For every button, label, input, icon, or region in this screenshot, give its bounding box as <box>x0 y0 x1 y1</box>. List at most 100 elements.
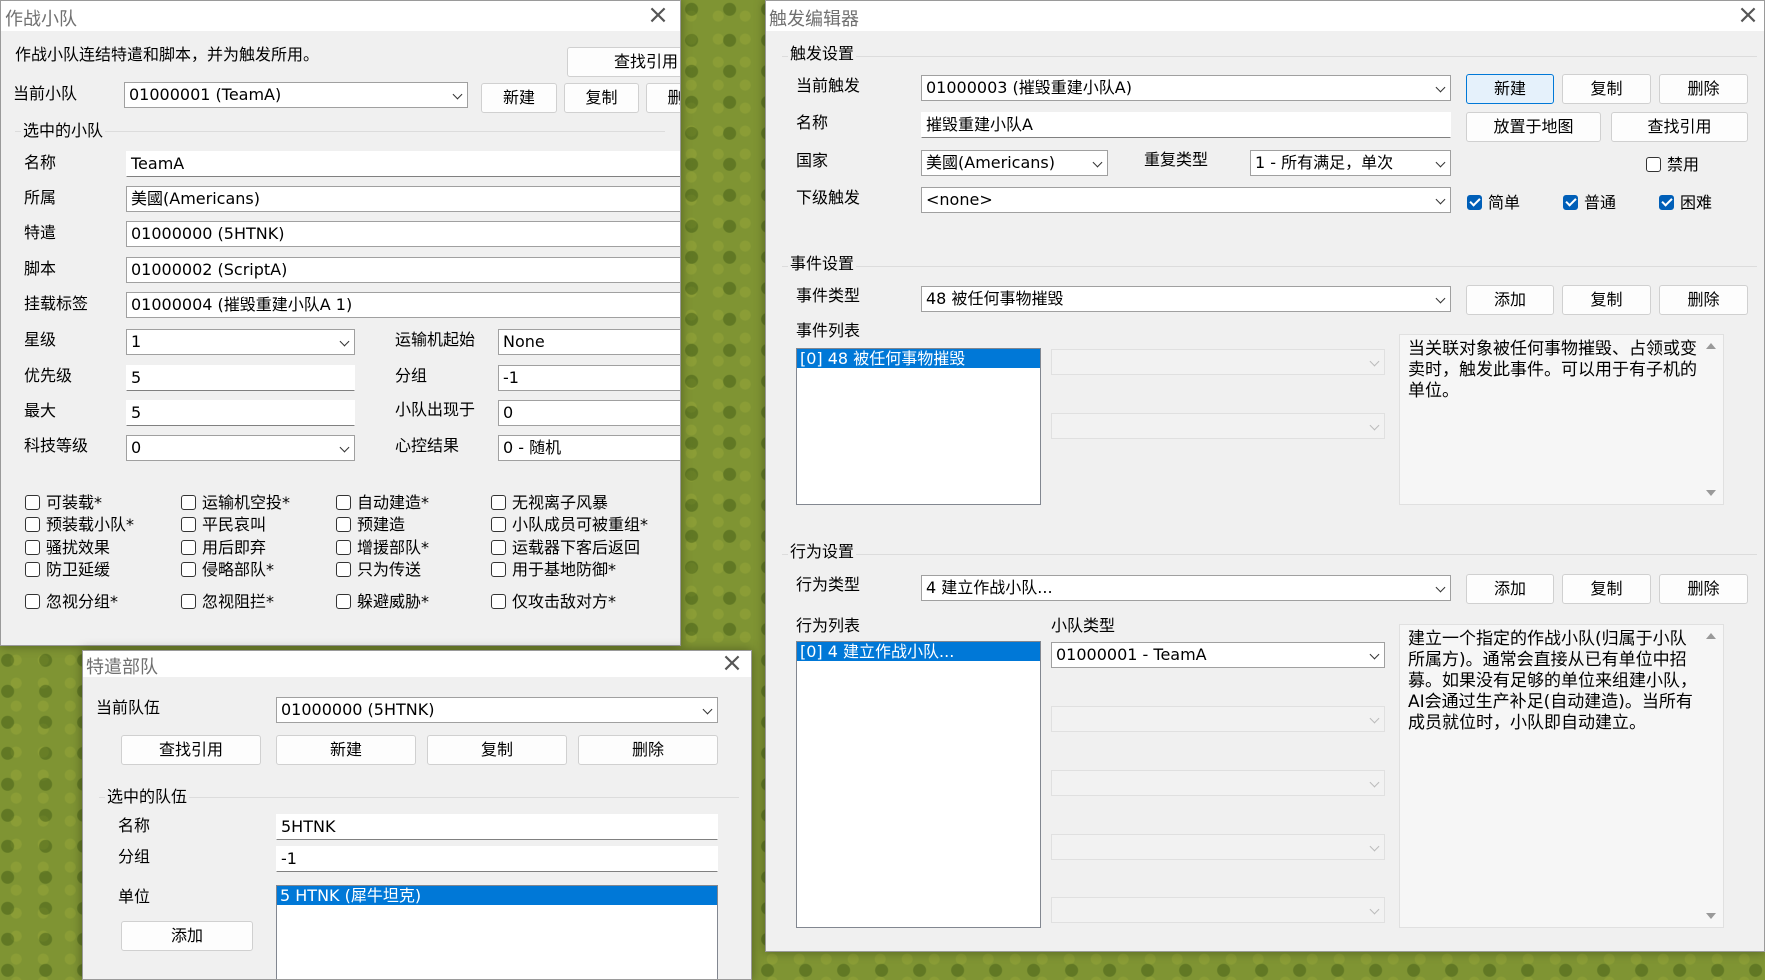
checkbox-box[interactable] <box>336 495 351 510</box>
disabled-checkbox[interactable]: 禁用 <box>1646 155 1699 175</box>
list-item[interactable]: 5 HTNK (犀牛坦克) <box>277 886 717 905</box>
flag-checkbox[interactable]: 小队成员可被重组* <box>491 515 648 535</box>
copy-event-button[interactable]: 复制 <box>1562 285 1651 315</box>
flag-checkbox[interactable]: 忽视阻拦* <box>181 592 274 612</box>
group-select[interactable]: -1 <box>498 365 680 391</box>
flag-checkbox[interactable]: 用后即弃 <box>181 538 266 558</box>
flag-checkbox[interactable]: 预建造 <box>336 515 405 535</box>
checkbox-box[interactable] <box>1659 195 1674 210</box>
sub-trigger-select[interactable]: <none> <box>921 187 1451 213</box>
checkbox-box[interactable] <box>25 517 40 532</box>
copy-taskforce-button[interactable]: 复制 <box>427 735 567 765</box>
veteran-select[interactable]: 1 <box>126 329 355 355</box>
checkbox-box[interactable] <box>1646 157 1661 172</box>
new-team-button[interactable]: 新建 <box>481 83 557 113</box>
add-action-button[interactable]: 添加 <box>1466 574 1554 604</box>
delete-action-button[interactable]: 删除 <box>1659 574 1748 604</box>
taskforce-group-field[interactable]: -1 <box>276 846 718 872</box>
flag-checkbox[interactable]: 平民哀叫 <box>181 515 266 535</box>
script-select[interactable]: 01000002 (ScriptA) <box>126 257 680 283</box>
new-taskforce-button[interactable]: 新建 <box>276 735 416 765</box>
find-references-button[interactable]: 查找引用 <box>567 47 680 77</box>
checkbox-box[interactable] <box>491 540 506 555</box>
scroll-down-icon[interactable] <box>1706 490 1716 496</box>
flag-checkbox[interactable]: 用于基地防御* <box>491 560 616 580</box>
flag-checkbox[interactable]: 仅攻击敌对方* <box>491 592 616 612</box>
flag-checkbox[interactable]: 运输机空投* <box>181 493 290 513</box>
checkbox-box[interactable] <box>181 517 196 532</box>
copy-team-button[interactable]: 复制 <box>564 83 639 113</box>
delete-taskforce-button[interactable]: 删除 <box>578 735 718 765</box>
normal-checkbox[interactable]: 普通 <box>1563 193 1616 213</box>
action-type-select[interactable]: 4 建立作战小队... <box>921 575 1451 601</box>
units-list[interactable]: 5 HTNK (犀牛坦克) <box>276 885 718 979</box>
checkbox-box[interactable] <box>181 562 196 577</box>
flag-checkbox[interactable]: 骚扰效果 <box>25 538 110 558</box>
repeat-type-select[interactable]: 1 - 所有满足，单次 <box>1250 150 1451 176</box>
delete-trigger-button[interactable]: 删除 <box>1659 74 1748 104</box>
flag-checkbox[interactable]: 运载器下客后返回 <box>491 538 640 558</box>
close-icon[interactable]: × <box>720 651 744 676</box>
team-type-select[interactable]: 01000001 - TeamA <box>1051 642 1385 668</box>
flag-checkbox[interactable]: 忽视分组* <box>25 592 118 612</box>
team-window-titlebar[interactable]: 作战小队 × <box>1 1 680 31</box>
close-icon[interactable]: × <box>646 2 670 28</box>
list-item[interactable]: [0] 48 被任何事物摧毁 <box>797 349 1040 368</box>
taskforce-window-titlebar[interactable]: 特遣部队 × <box>83 651 751 678</box>
current-taskforce-select[interactable]: 01000000 (5HTNK) <box>276 697 718 723</box>
flag-checkbox[interactable]: 自动建造* <box>336 493 429 513</box>
checkbox-box[interactable] <box>25 562 40 577</box>
current-team-select[interactable]: 01000001 (TeamA) <box>124 82 468 108</box>
tag-select[interactable]: 01000004 (摧毁重建小队A 1) <box>126 292 680 318</box>
easy-checkbox[interactable]: 简单 <box>1467 193 1520 213</box>
copy-action-button[interactable]: 复制 <box>1562 574 1651 604</box>
checkbox-box[interactable] <box>25 540 40 555</box>
checkbox-box[interactable] <box>1467 195 1482 210</box>
find-references-button[interactable]: 查找引用 <box>121 735 261 765</box>
add-unit-button[interactable]: 添加 <box>121 921 253 951</box>
checkbox-box[interactable] <box>491 562 506 577</box>
flag-checkbox[interactable]: 防卫延缓 <box>25 560 110 580</box>
trigger-name-field[interactable]: 摧毁重建小队A <box>921 112 1451 138</box>
owner-select[interactable]: 美國(Americans) <box>126 186 680 212</box>
taskforce-select[interactable]: 01000000 (5HTNK) <box>126 221 680 247</box>
flag-checkbox[interactable]: 可装载* <box>25 493 102 513</box>
list-item[interactable]: [0] 4 建立作战小队... <box>797 642 1040 661</box>
techlevel-select[interactable]: 0 <box>126 435 355 461</box>
trigger-window-titlebar[interactable]: 触发编辑器 × <box>766 1 1764 31</box>
checkbox-box[interactable] <box>491 594 506 609</box>
house-select[interactable]: 0 <box>498 400 680 426</box>
delete-event-button[interactable]: 删除 <box>1659 285 1748 315</box>
description-scrollbar[interactable] <box>1701 625 1723 927</box>
checkbox-box[interactable] <box>491 517 506 532</box>
checkbox-box[interactable] <box>336 517 351 532</box>
hard-checkbox[interactable]: 困难 <box>1659 193 1712 213</box>
checkbox-box[interactable] <box>336 540 351 555</box>
copy-trigger-button[interactable]: 复制 <box>1562 74 1651 104</box>
close-icon[interactable]: × <box>1736 2 1760 28</box>
scroll-up-icon[interactable] <box>1706 343 1716 349</box>
checkbox-box[interactable] <box>491 495 506 510</box>
team-name-field[interactable]: TeamA <box>126 151 680 177</box>
trigger-house-select[interactable]: 美國(Americans) <box>921 150 1108 176</box>
place-on-map-button[interactable]: 放置于地图 <box>1466 112 1601 142</box>
flag-checkbox[interactable]: 增援部队* <box>336 538 429 558</box>
add-event-button[interactable]: 添加 <box>1466 285 1554 315</box>
event-list[interactable]: [0] 48 被任何事物摧毁 <box>796 348 1041 505</box>
checkbox-box[interactable] <box>181 594 196 609</box>
checkbox-box[interactable] <box>336 562 351 577</box>
description-scrollbar[interactable] <box>1701 335 1723 504</box>
flag-checkbox[interactable]: 预装载小队* <box>25 515 134 535</box>
max-field[interactable]: 5 <box>126 400 355 426</box>
checkbox-box[interactable] <box>1563 195 1578 210</box>
action-list[interactable]: [0] 4 建立作战小队... <box>796 641 1041 928</box>
current-trigger-select[interactable]: 01000003 (摧毁重建小队A) <box>921 75 1451 101</box>
delete-team-button[interactable]: 删除 <box>646 83 680 113</box>
priority-field[interactable]: 5 <box>126 365 355 391</box>
checkbox-box[interactable] <box>336 594 351 609</box>
mindcontrol-select[interactable]: 0 - 随机 <box>498 435 680 461</box>
find-references-button[interactable]: 查找引用 <box>1611 112 1748 142</box>
flag-checkbox[interactable]: 只为传送 <box>336 560 421 580</box>
taskforce-name-field[interactable]: 5HTNK <box>276 814 718 840</box>
flag-checkbox[interactable]: 躲避威胁* <box>336 592 429 612</box>
